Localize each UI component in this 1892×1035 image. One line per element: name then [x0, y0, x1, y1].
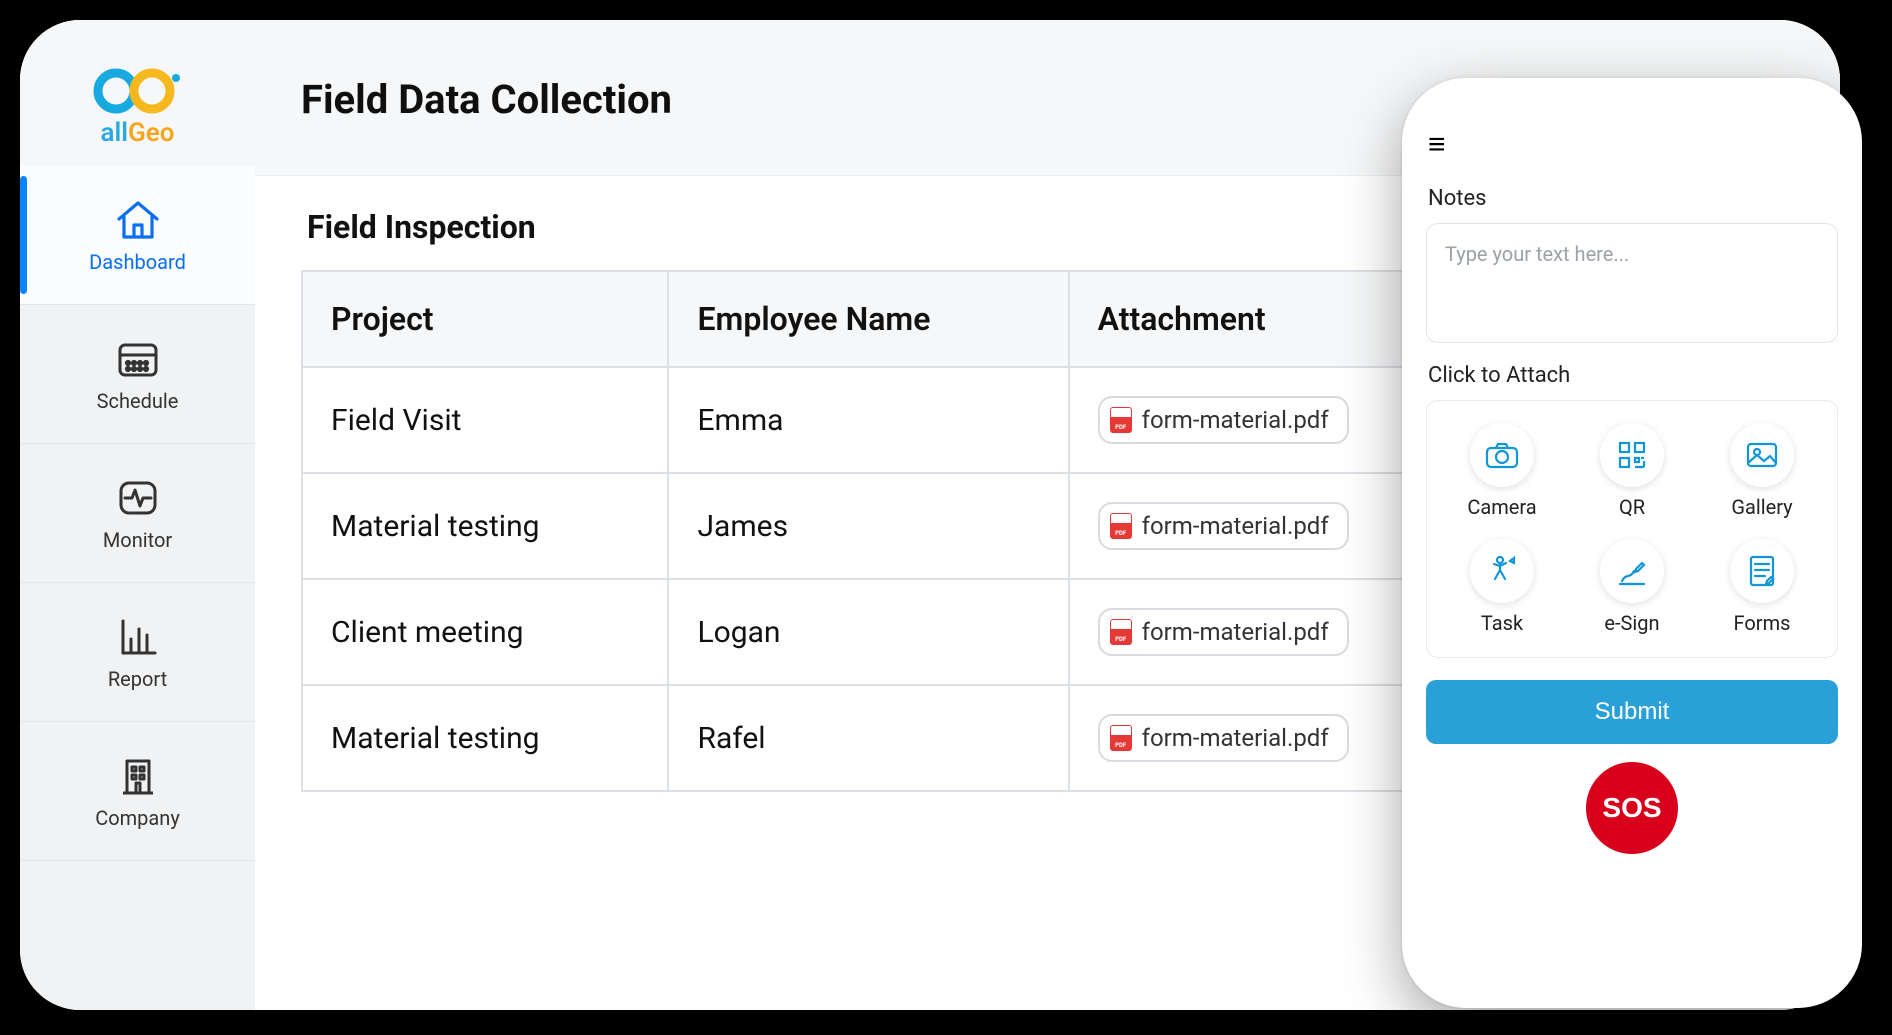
attach-camera[interactable]: Camera [1443, 423, 1561, 519]
sidebar-item-company[interactable]: Company [20, 722, 255, 861]
sos-button[interactable]: SOS [1586, 762, 1678, 854]
sidebar-item-monitor[interactable]: Monitor [20, 444, 255, 583]
sidebar-item-label: Schedule [97, 389, 179, 413]
cell-employee: James [668, 473, 1068, 579]
attachment-chip[interactable]: form-material.pdf [1098, 608, 1349, 656]
attach-gallery[interactable]: Gallery [1703, 423, 1821, 519]
heartbeat-icon [110, 474, 166, 522]
pdf-icon [1110, 725, 1132, 751]
cell-employee: Emma [668, 367, 1068, 473]
attachment-chip[interactable]: form-material.pdf [1098, 714, 1349, 762]
attachment-filename: form-material.pdf [1142, 406, 1329, 434]
sidebar-item-label: Monitor [103, 528, 172, 552]
calendar-icon [110, 335, 166, 383]
cell-project: Material testing [302, 685, 668, 791]
attach-forms[interactable]: Forms [1703, 539, 1821, 635]
col-employee: Employee Name [668, 271, 1068, 367]
cell-employee: Logan [668, 579, 1068, 685]
gallery-icon [1730, 423, 1794, 487]
phone-notch [1557, 98, 1707, 122]
sidebar-item-label: Company [95, 806, 180, 830]
attachment-filename: form-material.pdf [1142, 512, 1329, 540]
attach-qr[interactable]: QR [1573, 423, 1691, 519]
col-project: Project [302, 271, 668, 367]
pdf-icon [1110, 619, 1132, 645]
attach-item-label: Camera [1467, 495, 1536, 519]
attachment-filename: form-material.pdf [1142, 724, 1329, 752]
camera-icon [1470, 423, 1534, 487]
attach-item-label: Task [1481, 611, 1523, 635]
submit-button[interactable]: Submit [1426, 680, 1838, 744]
attachment-chip[interactable]: form-material.pdf [1098, 502, 1349, 550]
phone-mock: ≡ Notes Type your text here... Click to … [1402, 78, 1862, 1008]
sidebar-nav: Dashboard Schedule [20, 166, 255, 861]
task-icon [1470, 539, 1534, 603]
home-icon [110, 196, 166, 244]
sidebar-item-report[interactable]: Report [20, 583, 255, 722]
brand-logo: allGeo [20, 20, 255, 166]
sidebar-item-schedule[interactable]: Schedule [20, 305, 255, 444]
sidebar: allGeo Dashboard [20, 20, 255, 1010]
sidebar-item-dashboard[interactable]: Dashboard [20, 166, 255, 305]
notes-label: Notes [1428, 186, 1836, 211]
sidebar-item-label: Report [108, 667, 167, 691]
bar-chart-icon [110, 613, 166, 661]
brand-logo-icon [92, 66, 184, 116]
notes-input[interactable]: Type your text here... [1426, 223, 1838, 343]
building-icon [110, 752, 166, 800]
attachment-chip[interactable]: form-material.pdf [1098, 396, 1349, 444]
attach-item-label: QR [1619, 495, 1645, 519]
attach-item-label: e-Sign [1604, 611, 1659, 635]
cell-employee: Rafel [668, 685, 1068, 791]
attachment-filename: form-material.pdf [1142, 618, 1329, 646]
brand-word-b: Geo [128, 118, 174, 148]
menu-icon[interactable]: ≡ [1426, 122, 1462, 166]
attach-item-label: Gallery [1731, 495, 1792, 519]
esign-icon [1600, 539, 1664, 603]
forms-icon [1730, 539, 1794, 603]
qr-icon [1600, 423, 1664, 487]
cell-project: Field Visit [302, 367, 668, 473]
attach-item-label: Forms [1734, 611, 1791, 635]
cell-project: Client meeting [302, 579, 668, 685]
brand-wordmark: allGeo [101, 118, 175, 148]
cell-project: Material testing [302, 473, 668, 579]
brand-word-a: all [101, 118, 128, 148]
attach-task[interactable]: Task [1443, 539, 1561, 635]
attach-panel: Camera QR Gallery Task [1426, 400, 1838, 658]
pdf-icon [1110, 407, 1132, 433]
attach-esign[interactable]: e-Sign [1573, 539, 1691, 635]
pdf-icon [1110, 513, 1132, 539]
attach-label: Click to Attach [1428, 363, 1836, 388]
sidebar-item-label: Dashboard [89, 250, 186, 274]
